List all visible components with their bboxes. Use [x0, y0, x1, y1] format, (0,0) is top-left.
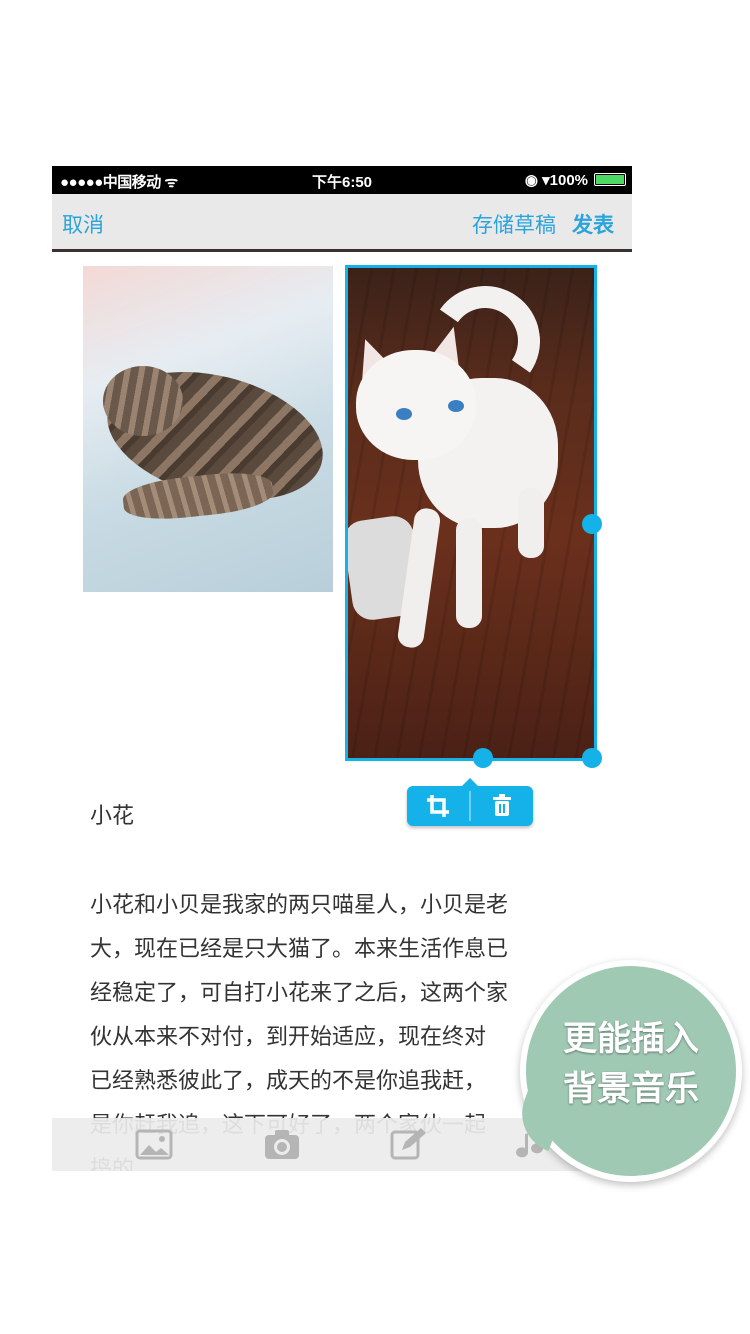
- promo-line-1: 更能插入: [563, 1019, 699, 1059]
- photo-tabby-kitten[interactable]: [83, 266, 333, 592]
- cancel-button[interactable]: 取消: [62, 209, 104, 239]
- promo-line-2: 背景音乐: [563, 1069, 699, 1109]
- photo-white-cat-selected[interactable]: [345, 265, 597, 761]
- resize-handle-bottom[interactable]: [473, 748, 493, 768]
- promo-bubble: 更能插入 背景音乐: [510, 960, 742, 1182]
- nav-bar: 取消 存储草稿 发表: [52, 194, 632, 252]
- status-indicators: ◉ ▾100%: [524, 172, 588, 189]
- battery-icon: [594, 173, 626, 186]
- resize-handle-corner[interactable]: [582, 748, 602, 768]
- resize-handle-right[interactable]: [582, 514, 602, 534]
- edit-icon[interactable]: [388, 1126, 428, 1162]
- status-bar: ●●●●●中国移动 ᯤ 下午6:50 ◉ ▾100%: [52, 166, 632, 194]
- trash-icon[interactable]: [489, 793, 515, 819]
- camera-icon[interactable]: [262, 1126, 302, 1162]
- image-icon[interactable]: [134, 1126, 174, 1162]
- save-draft-button[interactable]: 存储草稿: [472, 209, 556, 239]
- crop-icon[interactable]: [425, 793, 451, 819]
- post-title[interactable]: 小花: [90, 798, 134, 830]
- image-edit-toolbar: [407, 778, 533, 826]
- publish-button[interactable]: 发表: [572, 209, 614, 239]
